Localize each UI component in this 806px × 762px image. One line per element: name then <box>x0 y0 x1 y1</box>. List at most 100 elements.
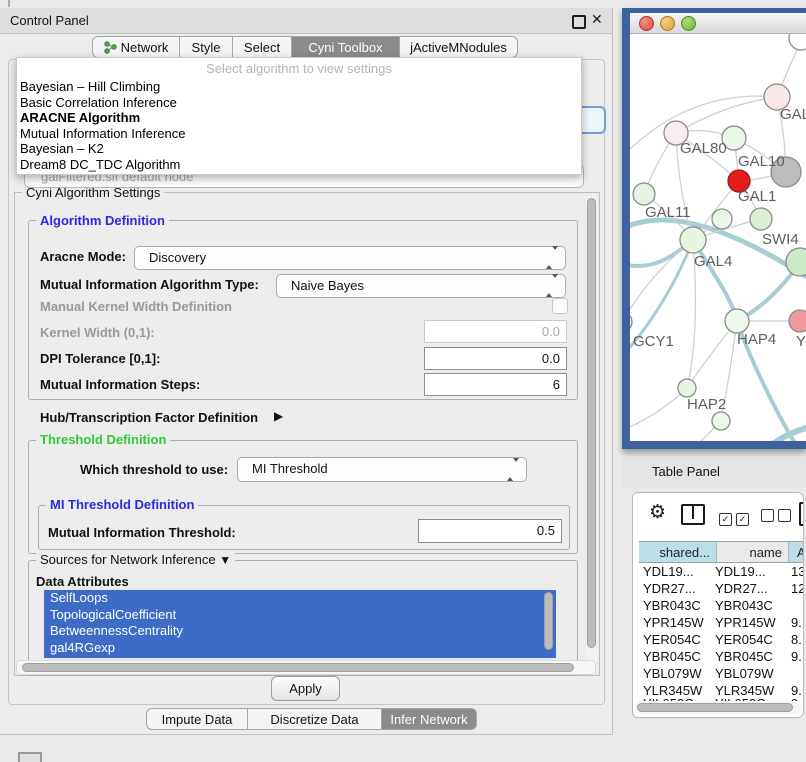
float-window-icon[interactable] <box>572 15 586 29</box>
node-hap4[interactable] <box>725 309 749 333</box>
close-traffic-light-icon[interactable] <box>639 16 654 31</box>
cell[interactable]: 9. <box>791 615 802 630</box>
node-salmon[interactable] <box>789 310 806 332</box>
cell[interactable]: YPR145W <box>715 615 776 630</box>
algorithm-option-mutual-information[interactable]: Mutual Information Inference <box>20 126 576 142</box>
settings-vertical-scrollbar-thumb[interactable] <box>587 198 596 648</box>
algorithm-option-basic-correlation[interactable]: Basic Correlation Inference <box>20 95 576 111</box>
minimized-panel-icon[interactable] <box>18 752 42 762</box>
column-header-shared-name[interactable]: shared... <box>639 541 717 563</box>
settings-vertical-scrollbar[interactable] <box>586 196 597 666</box>
mi-steps-field[interactable]: 6 <box>424 373 567 396</box>
network-window-titlebar[interactable] <box>630 13 806 34</box>
algorithm-definition-title: Algorithm Definition <box>36 213 169 228</box>
select-all-checkboxes-icon[interactable]: ✓✓ <box>719 509 753 527</box>
node-gal1[interactable] <box>712 209 732 229</box>
mi-threshold-field[interactable]: 0.5 <box>418 519 562 543</box>
node-gal4[interactable] <box>680 227 706 253</box>
node-big-green[interactable] <box>786 248 806 276</box>
attribute-item-betweennesscentrality[interactable]: BetweennessCentrality <box>44 623 556 640</box>
tab-impute-data[interactable]: Impute Data <box>146 708 248 730</box>
table-horizontal-scrollbar[interactable] <box>635 701 801 714</box>
tab-discretize-data[interactable]: Discretize Data <box>248 708 382 730</box>
cell[interactable]: YDL19... <box>715 564 766 579</box>
table-horizontal-scrollbar-thumb[interactable] <box>637 703 793 712</box>
gear-icon[interactable]: ⚙ <box>649 501 666 524</box>
cell[interactable]: 12 <box>791 581 804 596</box>
attribute-item-selfloops[interactable]: SelfLoops <box>44 590 556 607</box>
cell[interactable]: YER054C <box>643 632 701 647</box>
cell[interactable]: YDL19... <box>643 564 694 579</box>
mi-threshold-label: Mutual Information Threshold: <box>48 525 236 540</box>
apply-button[interactable]: Apply <box>271 676 340 701</box>
hub-collapsed-arrow-icon[interactable]: ▶ <box>274 409 283 423</box>
node-gal11[interactable] <box>633 183 655 205</box>
tab-network[interactable]: Network <box>92 36 180 58</box>
dpi-tolerance-field[interactable]: 0.0 <box>424 347 567 370</box>
cell[interactable]: 8. <box>791 632 802 647</box>
node-label-gal10: GAL10 <box>738 153 785 170</box>
zoom-traffic-light-icon[interactable] <box>681 16 696 31</box>
stepper-icon <box>507 459 519 481</box>
node-label-gal80: GAL80 <box>680 140 727 157</box>
attributes-list-scrollbar[interactable] <box>544 592 553 650</box>
tab-cyni-toolbox[interactable]: Cyni Toolbox <box>292 36 400 58</box>
network-canvas[interactable]: GAL GAL80 GAL10 GAL1 GAL11 SWI4 GAL4 GCY… <box>630 34 806 441</box>
minimize-traffic-light-icon[interactable] <box>660 16 675 31</box>
tab-select[interactable]: Select <box>233 36 292 58</box>
algorithm-option-bayesian-k2[interactable]: Bayesian – K2 <box>20 141 576 157</box>
sources-expanded-arrow-icon[interactable]: ▼ <box>219 553 231 567</box>
sources-title[interactable]: Sources for Network Inference ▼ <box>36 552 235 567</box>
node-top-right[interactable] <box>789 34 806 50</box>
column-header-partial[interactable]: A <box>789 541 804 563</box>
node-bottom[interactable] <box>712 412 730 430</box>
settings-horizontal-scrollbar-thumb[interactable] <box>22 663 574 672</box>
node-gcy1[interactable] <box>630 312 632 332</box>
kernel-width-label: Kernel Width (0,1): <box>40 325 155 340</box>
algorithm-option-bayesian-hill-climbing[interactable]: Bayesian – Hill Climbing <box>20 79 576 95</box>
settings-horizontal-scrollbar[interactable] <box>16 660 596 675</box>
aracne-mode-combo[interactable]: Discovery <box>134 246 566 270</box>
tab-style[interactable]: Style <box>180 36 233 58</box>
top-edge-mark <box>8 0 10 7</box>
data-attributes-list[interactable]: SelfLoops TopologicalCoefficient Between… <box>44 590 556 658</box>
cell[interactable]: YBR045C <box>643 649 701 664</box>
cell[interactable]: YBR043C <box>643 598 701 613</box>
tab-infer-network[interactable]: Infer Network <box>382 708 477 730</box>
export-table-icon[interactable] <box>799 502 804 526</box>
cell[interactable]: YBR045C <box>715 649 773 664</box>
table-rows[interactable]: YDL19... YDL19... 13 YDR27... YDR27... 12 YB… <box>633 563 804 701</box>
kernel-width-field[interactable]: 0.0 <box>424 320 567 343</box>
node-hap2[interactable] <box>678 379 696 397</box>
attribute-item-gal4rgexp[interactable]: gal4RGexp <box>44 640 556 657</box>
which-threshold-combo[interactable]: MI Threshold <box>237 457 527 482</box>
column-header-name[interactable]: name <box>717 541 789 563</box>
hub-section-label[interactable]: Hub/Transcription Factor Definition <box>40 410 258 425</box>
tab-impute-data-label: Impute Data <box>162 712 233 727</box>
cell[interactable]: YDR27... <box>715 581 768 596</box>
tab-cyni-toolbox-label: Cyni Toolbox <box>308 40 382 55</box>
algorithm-option-aracne[interactable]: ARACNE Algorithm <box>20 110 576 126</box>
node-label-gal11: GAL11 <box>645 204 691 221</box>
close-icon[interactable]: ✕ <box>591 11 603 28</box>
attribute-item-topologicalcoefficient[interactable]: TopologicalCoefficient <box>44 607 556 624</box>
cell[interactable]: 9. <box>791 649 802 664</box>
cell[interactable]: YBR043C <box>715 598 773 613</box>
manual-kernel-width-checkbox[interactable] <box>552 298 568 314</box>
algorithm-option-dream8[interactable]: Dream8 DC_TDC Algorithm <box>20 157 576 173</box>
cell[interactable]: 13 <box>791 564 804 579</box>
node-swi4[interactable] <box>750 208 772 230</box>
cell[interactable]: YBL079W <box>715 666 774 681</box>
cell[interactable]: YDR27... <box>643 581 696 596</box>
tab-jactivemnodules[interactable]: jActiveMNodules <box>400 36 518 58</box>
mi-algorithm-type-combo[interactable]: Naive Bayes <box>276 274 566 298</box>
cell[interactable]: YER054C <box>715 632 773 647</box>
cell[interactable]: YPR145W <box>643 615 704 630</box>
deselect-all-checkboxes-icon[interactable] <box>761 509 795 527</box>
dpi-tolerance-label: DPI Tolerance [0,1]: <box>40 351 160 366</box>
split-columns-icon[interactable] <box>681 504 705 525</box>
tab-jactivemnodules-label: jActiveMNodules <box>410 40 507 55</box>
stepper-icon <box>546 275 558 297</box>
stepper-icon <box>546 247 558 269</box>
cell[interactable]: YBL079W <box>643 666 702 681</box>
